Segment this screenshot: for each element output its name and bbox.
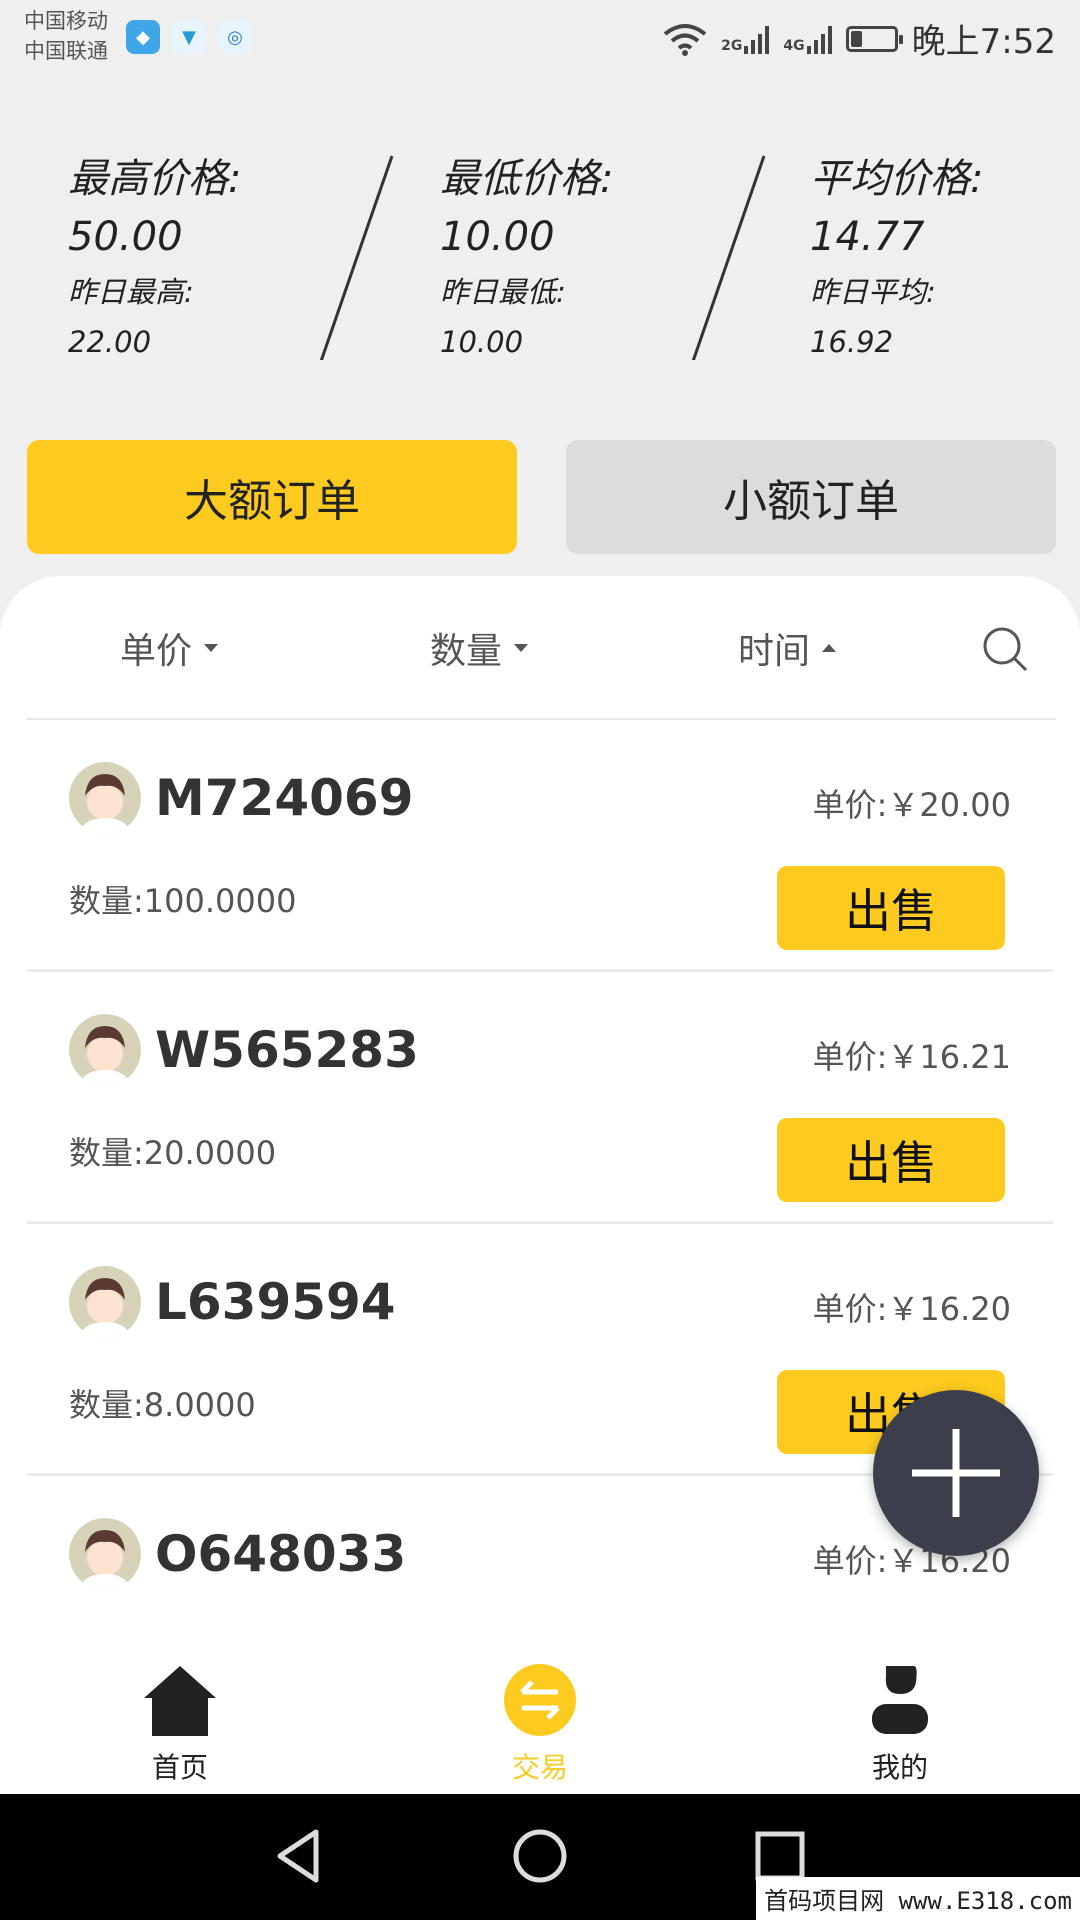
carrier-names: 中国移动 中国联通 xyxy=(24,6,108,66)
carrier-2: 中国联通 xyxy=(24,39,108,63)
home-icon xyxy=(140,1660,220,1740)
order-row: M724069 单价:￥20.00 数量:100.0000 出售 xyxy=(27,720,1053,972)
exchange-icon xyxy=(500,1660,580,1740)
sell-button[interactable]: 出售 xyxy=(777,1118,1005,1202)
plus-icon xyxy=(912,1429,1000,1517)
stat-value: 10.00 xyxy=(440,214,555,260)
globe-app-icon: ◎ xyxy=(218,20,252,54)
tab-large-orders[interactable]: 大额订单 xyxy=(27,440,517,554)
stat-title: 最低价格: xyxy=(440,156,614,202)
sort-filters: 单价 数量 时间 xyxy=(0,576,1080,716)
stat-title: 平均价格: xyxy=(810,156,984,202)
caret-up-icon xyxy=(822,644,837,652)
quantity: 数量:20.0000 xyxy=(69,1134,277,1172)
back-icon[interactable] xyxy=(270,1826,330,1886)
bottom-nav: 首页 交易 我的 xyxy=(0,1644,1080,1794)
stat-sub-value: 16.92 xyxy=(810,325,894,359)
watermark: 首码项目网 www.E318.com xyxy=(756,1877,1080,1920)
user-id: M724069 xyxy=(155,769,414,827)
quantity: 数量:8.0000 xyxy=(69,1386,256,1424)
sort-quantity-label: 数量 xyxy=(430,631,503,672)
avatar xyxy=(69,762,141,834)
order-type-tabs: 大额订单 小额订单 xyxy=(27,440,1056,554)
divider-slash xyxy=(691,155,766,360)
nav-mine[interactable]: 我的 xyxy=(820,1660,980,1786)
sort-time-label: 时间 xyxy=(738,631,811,672)
add-order-button[interactable] xyxy=(873,1390,1039,1556)
stat-lowest: 最低价格: 10.00 昨日最低: 10.00 xyxy=(440,150,613,366)
sort-by-price[interactable]: 单价 xyxy=(120,622,219,674)
filter-app-icon: ▼ xyxy=(172,20,206,54)
avatar xyxy=(69,1014,141,1086)
net-type-2: 4G xyxy=(783,37,805,54)
stat-sub-title: 昨日最高: xyxy=(68,275,194,309)
sort-by-quantity[interactable]: 数量 xyxy=(430,622,529,674)
net-type-1: 2G xyxy=(721,37,743,54)
stat-sub-value: 22.00 xyxy=(68,325,152,359)
carrier-1: 中国移动 xyxy=(24,9,108,33)
order-row: W565283 单价:￥16.21 数量:20.0000 出售 xyxy=(27,972,1053,1224)
user-icon xyxy=(860,1660,940,1740)
status-bar: 中国移动 中国联通 ◆ ▼ ◎ 2G 4G 晚上7:52 xyxy=(0,0,1080,74)
unit-price: 单价:￥16.20 xyxy=(812,1290,1011,1328)
user-id: L639594 xyxy=(155,1273,396,1331)
caret-down-icon xyxy=(204,644,219,652)
clock: 晚上7:52 xyxy=(911,22,1056,62)
signal-4g-icon: 4G xyxy=(783,24,832,54)
stat-sub-title: 昨日最低: xyxy=(440,275,566,309)
nav-home-label: 首页 xyxy=(151,1751,208,1784)
caret-down-icon xyxy=(514,644,529,652)
message-app-icon: ◆ xyxy=(126,20,160,54)
home-circle-icon[interactable] xyxy=(510,1826,570,1886)
unit-price: 单价:￥20.00 xyxy=(812,786,1011,824)
stat-title: 最高价格: xyxy=(68,156,242,202)
search-icon[interactable] xyxy=(982,626,1028,672)
stat-highest: 最高价格: 50.00 昨日最高: 22.00 xyxy=(68,150,241,366)
divider-slash xyxy=(319,155,394,360)
nav-home[interactable]: 首页 xyxy=(100,1660,260,1786)
nav-trade-label: 交易 xyxy=(511,1751,568,1784)
avatar xyxy=(69,1266,141,1338)
tab-small-orders[interactable]: 小额订单 xyxy=(566,440,1056,554)
quantity: 数量:100.0000 xyxy=(69,882,297,920)
battery-level xyxy=(850,30,862,47)
stat-sub-title: 昨日平均: xyxy=(810,275,936,309)
user-id: O648033 xyxy=(155,1525,407,1583)
stat-sub-value: 10.00 xyxy=(440,325,524,359)
signal-2g-icon: 2G xyxy=(721,24,770,54)
nav-trade[interactable]: 交易 xyxy=(460,1660,620,1786)
battery-icon xyxy=(845,25,903,52)
system-nav-bar: 首码项目网 www.E318.com xyxy=(0,1794,1080,1920)
stat-average: 平均价格: 14.77 昨日平均: 16.92 xyxy=(810,150,983,366)
avatar xyxy=(69,1518,141,1590)
price-stats: 最高价格: 50.00 昨日最高: 22.00 最低价格: 10.00 昨日最低… xyxy=(0,140,1080,380)
nav-mine-label: 我的 xyxy=(871,1751,928,1784)
sort-by-time[interactable]: 时间 xyxy=(738,622,837,674)
notification-icons: ◆ ▼ ◎ xyxy=(126,20,252,54)
unit-price: 单价:￥16.21 xyxy=(812,1038,1011,1076)
stat-value: 14.77 xyxy=(810,214,925,260)
wifi-icon xyxy=(663,23,707,56)
sell-button[interactable]: 出售 xyxy=(777,866,1005,950)
user-id: W565283 xyxy=(155,1021,419,1079)
stat-value: 50.00 xyxy=(68,214,183,260)
sort-price-label: 单价 xyxy=(120,631,193,672)
status-indicators: 2G 4G 晚上7:52 xyxy=(663,14,1056,63)
